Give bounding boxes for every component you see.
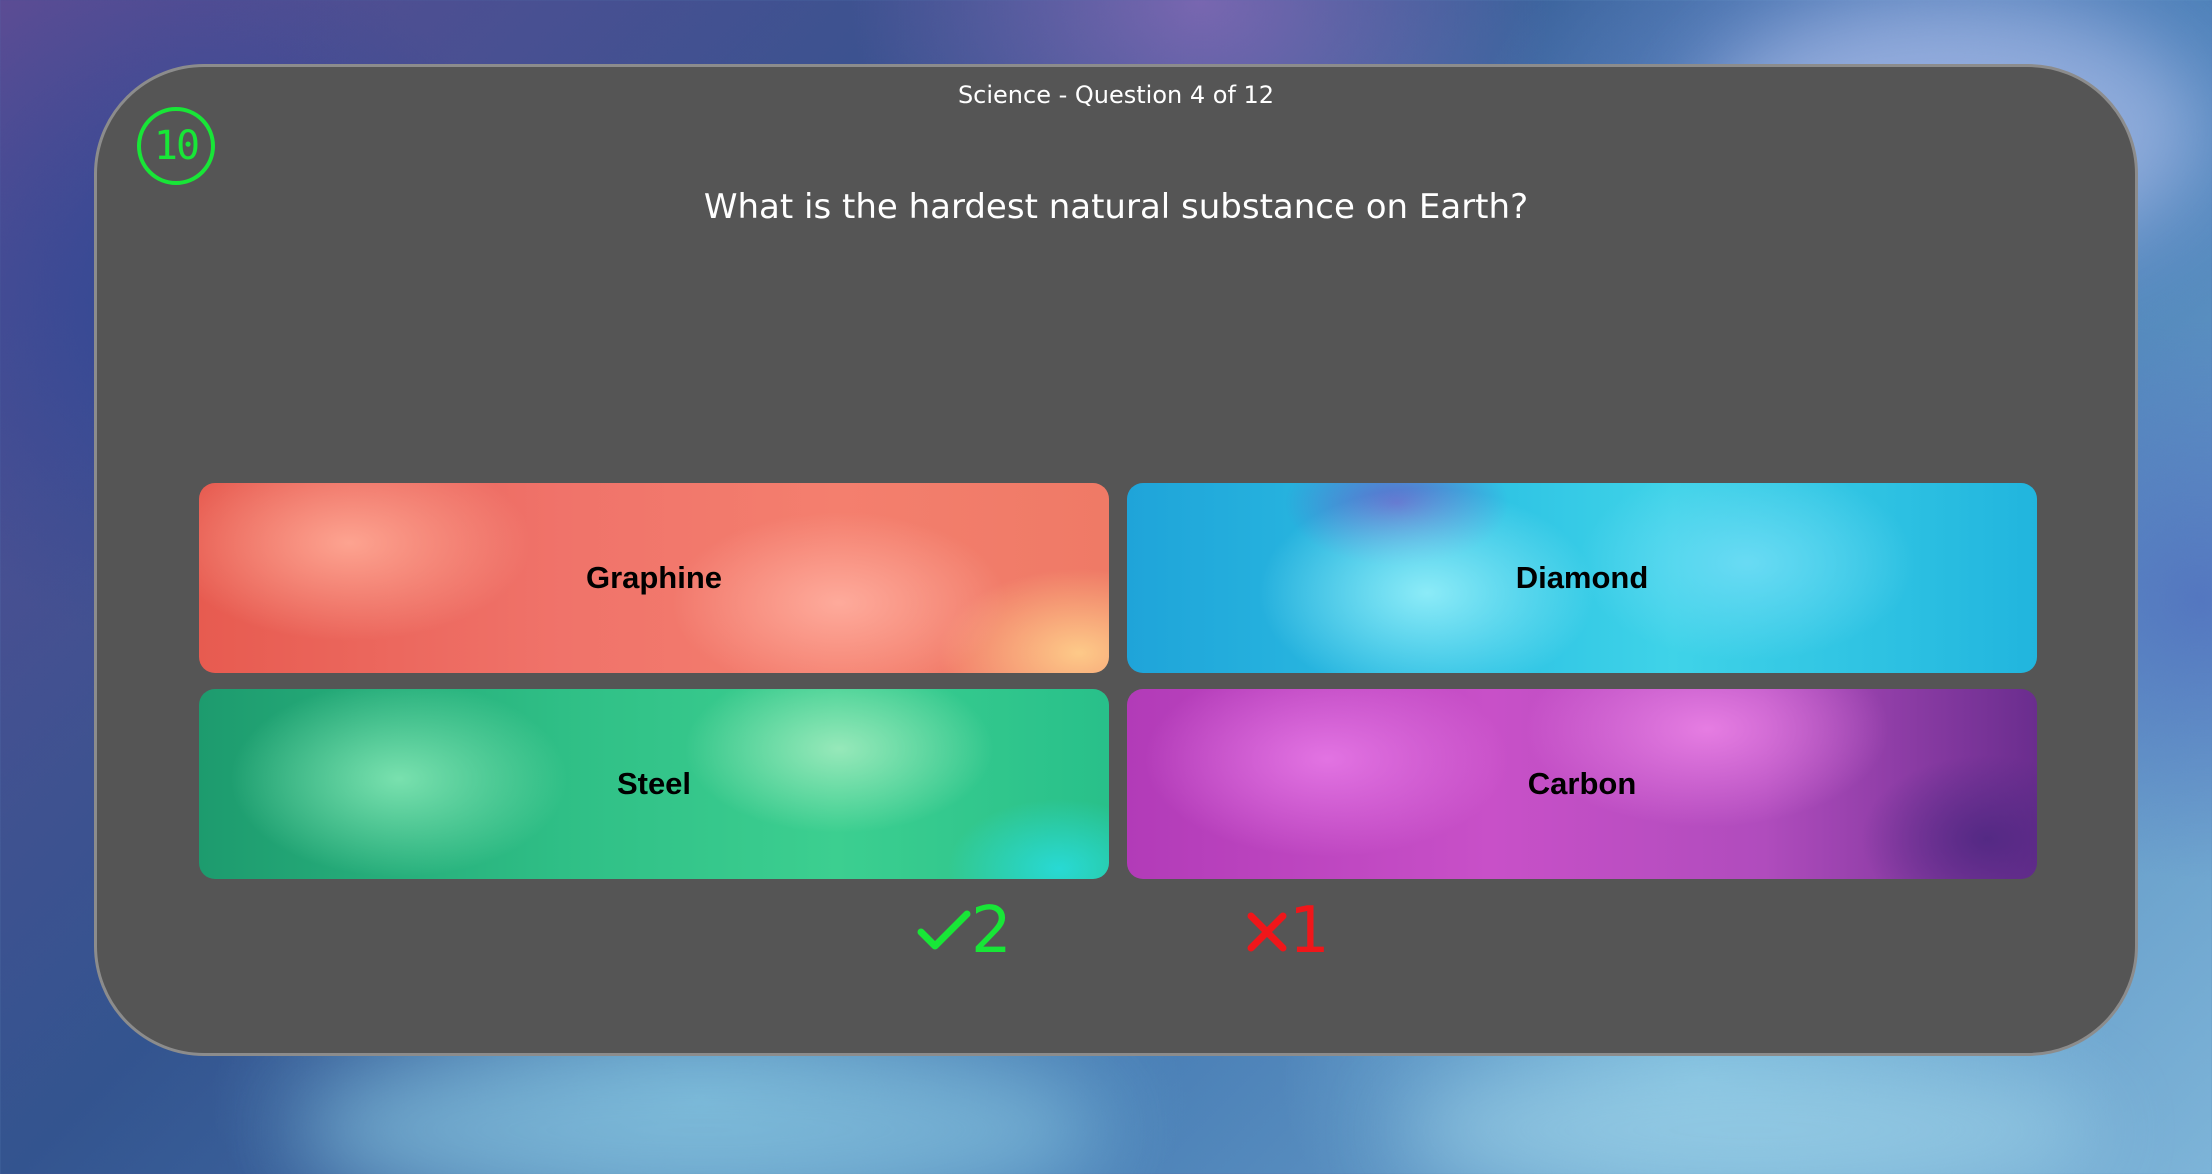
- wrong-count: 1: [1289, 894, 1330, 968]
- answer-button-carbon[interactable]: Carbon: [1127, 689, 2037, 879]
- wrong-score: 1: [1245, 893, 1330, 969]
- cross-icon: [1245, 908, 1289, 954]
- check-icon: [917, 908, 971, 954]
- answer-button-graphine[interactable]: Graphine: [199, 483, 1109, 673]
- question-progress: Science - Question 4 of 12: [957, 81, 1275, 109]
- countdown-timer: 10: [137, 107, 215, 185]
- answer-label: Diamond: [1515, 560, 1649, 595]
- answer-button-steel[interactable]: Steel: [199, 689, 1109, 879]
- background-smoke: [300, 1050, 1100, 1174]
- answer-button-diamond[interactable]: Diamond: [1127, 483, 2037, 673]
- answer-grid: Graphine Diamond Steel Carbon: [199, 483, 2037, 879]
- answer-label: Carbon: [1527, 766, 1637, 801]
- background-smoke: [1400, 1060, 2100, 1174]
- correct-count: 2: [971, 894, 1012, 968]
- correct-score: 2: [917, 893, 1012, 969]
- answer-label: Steel: [616, 766, 692, 801]
- question-text: What is the hardest natural substance on…: [703, 187, 1529, 227]
- quiz-card: Science - Question 4 of 12 10 What is th…: [94, 64, 2138, 1056]
- answer-label: Graphine: [585, 560, 723, 595]
